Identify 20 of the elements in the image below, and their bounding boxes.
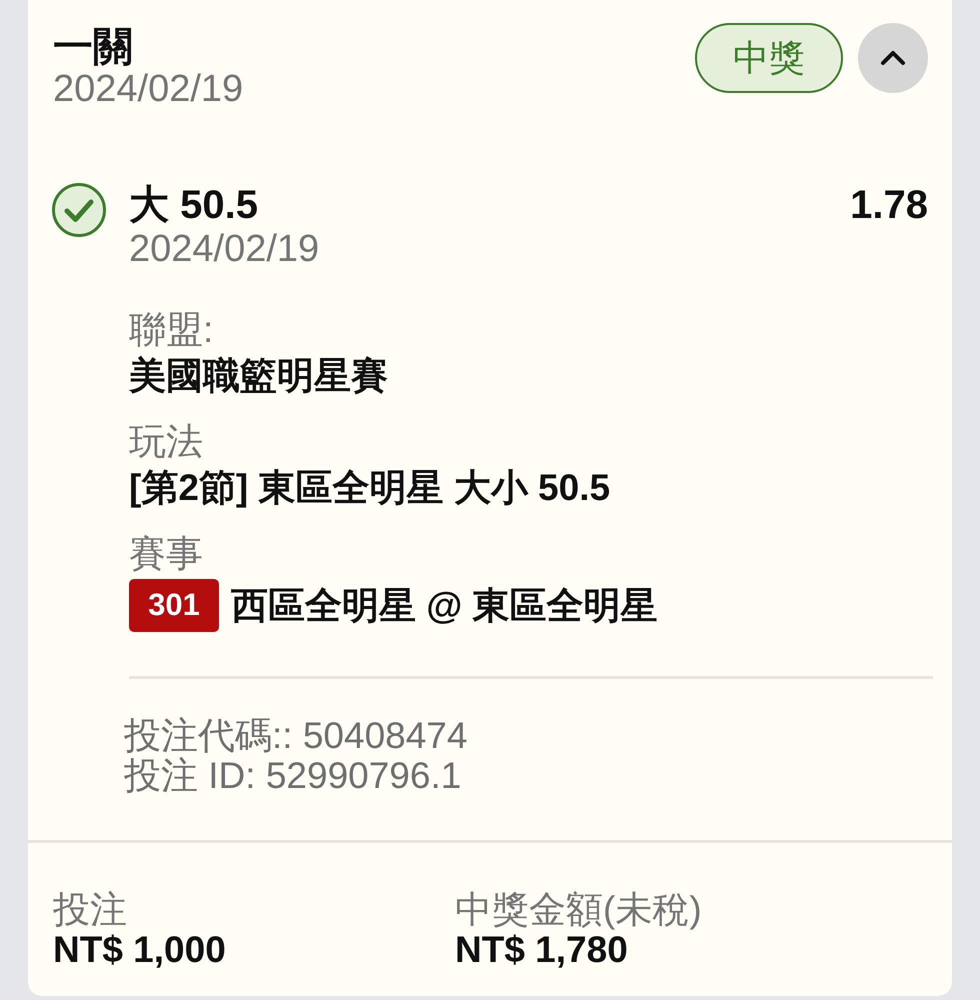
- summary-label: 投注: [53, 890, 128, 930]
- chevron-up-icon: [880, 50, 906, 66]
- detail-value: 美國職籃明星賽: [129, 354, 389, 398]
- selection-date: 2024/02/19: [129, 228, 320, 270]
- bet-type-title: 一關: [53, 25, 134, 69]
- bet-reference: 投注代碼:: 50408474: [124, 716, 468, 756]
- detail-value: [第2節] 東區全明星 大小 50.5: [129, 466, 612, 510]
- event-number-badge: 301: [129, 579, 219, 632]
- odds-value: 1.78: [850, 182, 928, 228]
- summary-label: 中獎金額(未稅): [455, 890, 702, 930]
- summary-amount: NT$ 1,780: [455, 930, 629, 970]
- detail-label: 賽事: [129, 532, 204, 576]
- bet-reference: 投注 ID: 52990796.1: [124, 756, 462, 796]
- summary-amount: NT$ 1,000: [53, 930, 227, 970]
- detail-label: 玩法: [129, 420, 204, 464]
- detail-value: 西區全明星 @ 東區全明星: [231, 584, 658, 628]
- selection-pick: 大 50.5: [129, 182, 259, 228]
- detail-label: 聯盟:: [129, 308, 214, 352]
- bet-date: 2024/02/19: [53, 69, 244, 109]
- status-badge: 中獎: [695, 23, 843, 93]
